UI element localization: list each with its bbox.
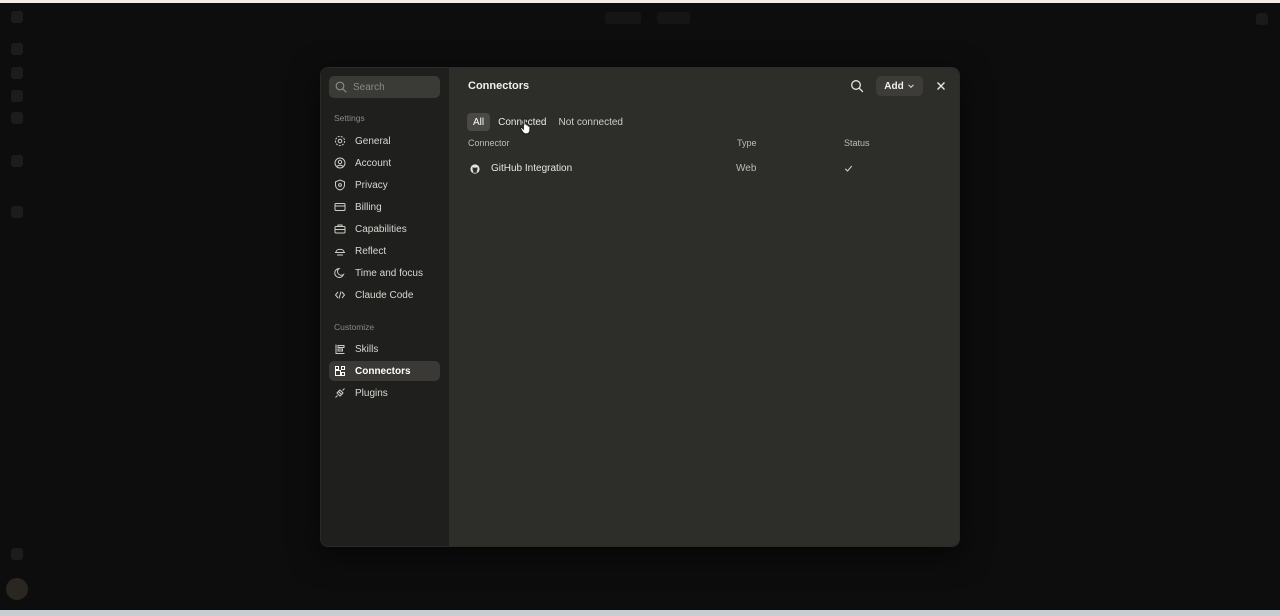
page-title: Connectors — [468, 80, 530, 92]
settings-section-label: Settings — [334, 113, 365, 123]
table-row[interactable]: GitHub Integration Web — [467, 159, 947, 179]
sidebar-search[interactable] — [329, 76, 440, 98]
github-icon — [470, 164, 480, 174]
connectors-icon — [334, 365, 346, 377]
sidebar-item-label: General — [355, 135, 391, 147]
rail-icon — [11, 11, 23, 23]
rail-icon — [11, 155, 23, 167]
column-header-status: Status — [844, 138, 870, 148]
settings-modal: Settings General Account Privacy Billing… — [320, 67, 960, 547]
sidebar-item-billing[interactable]: Billing — [329, 197, 440, 217]
avatar — [6, 578, 28, 600]
add-button-label: Add — [884, 80, 904, 92]
sidebar-item-label: Plugins — [355, 387, 388, 399]
close-icon[interactable] — [935, 80, 947, 92]
code-icon — [334, 289, 346, 301]
column-header-connector: Connector — [468, 138, 510, 148]
sidebar-item-label: Account — [355, 157, 392, 169]
sidebar-item-label: Privacy — [355, 179, 388, 191]
sidebar-item-label: Connectors — [355, 365, 411, 377]
corner-icon — [1256, 13, 1268, 25]
sidebar-item-reflect[interactable]: Reflect — [329, 241, 440, 261]
skills-icon — [334, 343, 346, 355]
rail-icon — [11, 43, 23, 55]
rail-icon — [11, 206, 23, 218]
header-pill — [656, 12, 690, 24]
settings-sidebar: Settings General Account Privacy Billing… — [321, 68, 449, 546]
sidebar-item-capabilities[interactable]: Capabilities — [329, 219, 440, 239]
hand-cursor-icon — [520, 118, 531, 135]
chevron-down-icon — [907, 84, 914, 89]
sidebar-item-account[interactable]: Account — [329, 153, 440, 173]
sidebar-item-label: Skills — [355, 343, 379, 355]
sidebar-item-label: Time and focus — [355, 267, 423, 279]
check-icon — [844, 165, 853, 172]
moon-clock-icon — [334, 267, 346, 279]
briefcase-icon — [334, 223, 346, 235]
filter-tabs: All Connected Not connected — [467, 113, 629, 131]
bottom-edge — [0, 610, 1280, 616]
sidebar-item-label: Capabilities — [355, 223, 407, 235]
gear-icon — [334, 135, 346, 147]
sidebar-item-label: Claude Code — [355, 289, 414, 301]
settings-nav: General Account Privacy Billing Capabili… — [329, 131, 440, 307]
header-pill — [605, 12, 641, 24]
sidebar-item-label: Billing — [355, 201, 382, 213]
user-circle-icon — [334, 157, 346, 169]
sidebar-item-privacy[interactable]: Privacy — [329, 175, 440, 195]
search-icon[interactable] — [850, 79, 864, 93]
credit-card-icon — [334, 201, 346, 213]
sidebar-item-plugins[interactable]: Plugins — [329, 383, 440, 403]
app-rail-background — [0, 3, 34, 610]
sidebar-item-time-and-focus[interactable]: Time and focus — [329, 263, 440, 283]
connector-name: GitHub Integration — [491, 163, 573, 174]
rail-icon — [11, 67, 23, 79]
sidebar-item-claude-code[interactable]: Claude Code — [329, 285, 440, 305]
connector-type: Web — [736, 163, 757, 174]
app-header-background — [605, 12, 690, 24]
tab-all[interactable]: All — [467, 113, 491, 131]
customize-section-label: Customize — [334, 322, 375, 332]
add-button[interactable]: Add — [876, 76, 923, 96]
sidebar-item-label: Reflect — [355, 245, 387, 257]
search-icon — [335, 81, 347, 93]
search-input[interactable] — [353, 81, 433, 93]
customize-nav: Skills Connectors Plugins — [329, 339, 440, 405]
connectors-panel: Connectors Add All Connected Not connect… — [449, 68, 959, 546]
plugin-icon — [334, 387, 346, 399]
top-edge — [0, 0, 1280, 3]
sidebar-item-connectors[interactable]: Connectors — [329, 361, 440, 381]
sidebar-item-skills[interactable]: Skills — [329, 339, 440, 359]
rail-icon — [11, 90, 23, 102]
shield-icon — [334, 179, 346, 191]
sidebar-item-general[interactable]: General — [329, 131, 440, 151]
column-header-type: Type — [737, 138, 757, 148]
reflect-icon — [334, 245, 346, 257]
rail-icon — [11, 548, 23, 560]
tab-not-connected[interactable]: Not connected — [553, 113, 630, 131]
rail-icon — [11, 112, 23, 124]
